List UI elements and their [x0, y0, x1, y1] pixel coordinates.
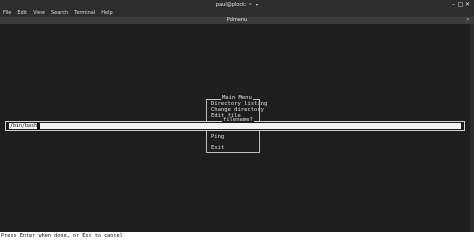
- terminal-window: paul@plock: ~ ▾ – □ ✕ File Edit View Sea…: [0, 0, 474, 241]
- window-title-text: paul@plock: ~: [215, 2, 253, 8]
- close-icon[interactable]: ✕: [464, 1, 471, 8]
- maximize-icon[interactable]: □: [457, 1, 464, 8]
- menu-item-ping[interactable]: Ping: [211, 134, 224, 140]
- tab-strip: Pdmenu ✕: [0, 17, 474, 24]
- terminal-scrollbar[interactable]: [470, 24, 474, 232]
- menu-terminal[interactable]: Terminal: [74, 9, 95, 17]
- tab-pdmenu[interactable]: Pdmenu: [0, 17, 474, 24]
- filename-input[interactable]: /bin/bash: [9, 123, 461, 129]
- menu-view[interactable]: View: [33, 9, 45, 17]
- chevron-down-icon[interactable]: ▾: [256, 2, 258, 7]
- menu-edit[interactable]: Edit: [17, 9, 27, 17]
- menu-help[interactable]: Help: [101, 9, 112, 17]
- status-line: Press Enter when done, or Esc to cancel: [0, 232, 474, 241]
- window-controls: – □ ✕: [450, 1, 471, 8]
- minimize-icon[interactable]: –: [450, 1, 457, 8]
- window-titlebar[interactable]: paul@plock: ~ ▾ – □ ✕: [0, 0, 474, 9]
- status-hint: Press Enter when done, or Esc to cancel: [1, 233, 123, 239]
- menu-search[interactable]: Search: [51, 9, 68, 17]
- text-cursor: [37, 123, 41, 129]
- tab-close-icon[interactable]: ✕: [466, 17, 470, 24]
- menu-item-exit[interactable]: Exit: [211, 145, 224, 151]
- filename-input-value: /bin/bash: [9, 123, 38, 129]
- menu-file[interactable]: File: [3, 9, 11, 17]
- filename-prompt-label: filename?: [222, 117, 254, 123]
- menubar: File Edit View Search Terminal Help: [0, 9, 474, 17]
